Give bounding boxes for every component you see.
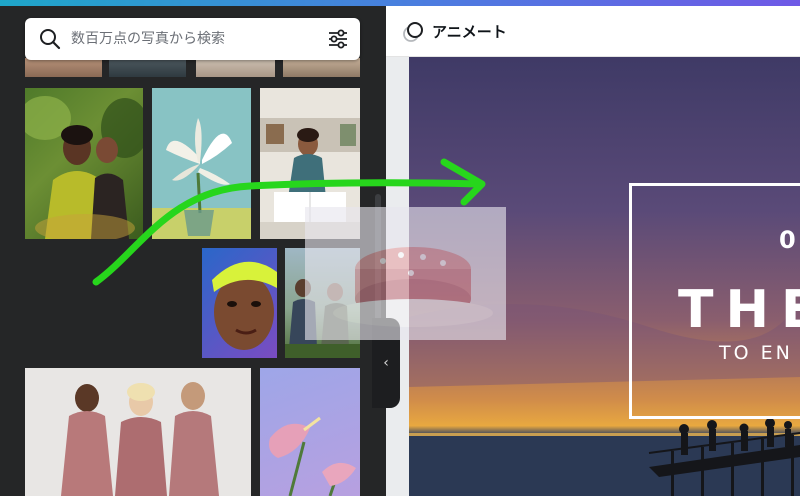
dragged-photo-preview[interactable] <box>305 207 506 340</box>
search-icon <box>40 29 61 50</box>
animate-button[interactable]: アニメート <box>432 21 507 42</box>
photo-thumb[interactable] <box>202 248 277 358</box>
canvas-text-title[interactable]: THE <box>678 280 800 340</box>
photo-thumb[interactable] <box>109 58 186 77</box>
photo-lily <box>152 118 251 239</box>
photo-anthurium <box>269 416 356 496</box>
photo-thumb[interactable] <box>152 88 251 239</box>
photo-three-women <box>61 382 219 496</box>
animate-icon[interactable] <box>402 21 424 43</box>
canvas-text-subtitle[interactable]: TO EN <box>719 342 793 364</box>
photo-thumb[interactable] <box>283 58 360 77</box>
canvas-text-small[interactable]: 0 <box>779 226 798 254</box>
photo-cake <box>305 207 506 340</box>
photo-thumb[interactable] <box>196 58 275 77</box>
editor-header: アニメート <box>386 6 800 57</box>
search-input[interactable] <box>71 24 311 54</box>
sliders-icon[interactable] <box>326 27 350 51</box>
photo-thumb[interactable] <box>260 368 360 496</box>
photo-woman-beanie <box>212 261 277 350</box>
chevron-left-icon: ‹ <box>383 355 389 371</box>
photo-thumb[interactable] <box>25 368 251 496</box>
photo-woman-garden <box>25 96 143 239</box>
photo-thumb[interactable] <box>25 88 143 239</box>
photo-search-bar <box>25 18 360 60</box>
photo-thumb[interactable] <box>25 58 102 77</box>
